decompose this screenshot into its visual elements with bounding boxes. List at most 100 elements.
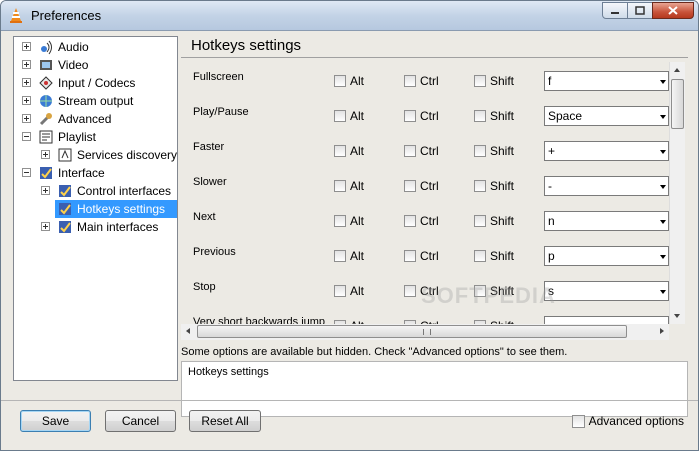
tree-item-stream-output[interactable]: Stream output [14,92,177,110]
checkbox-box[interactable] [404,215,416,227]
checkbox-box[interactable] [404,110,416,122]
key-select[interactable]: Space [544,106,669,126]
scroll-up-icon[interactable] [674,68,680,72]
tree-item-services-discovery[interactable]: Services discovery [14,146,177,164]
expand-icon[interactable] [41,186,50,195]
key-select[interactable]: f [544,71,669,91]
checkbox-box[interactable] [474,110,486,122]
modifier-ctrl-checkbox[interactable]: Ctrl [404,214,439,228]
chevron-down-icon[interactable] [660,220,666,224]
modifier-alt-checkbox[interactable]: Alt [334,74,364,88]
vertical-scrollbar[interactable] [669,62,685,324]
cancel-button[interactable]: Cancel [105,410,176,432]
modifier-ctrl-checkbox[interactable]: Ctrl [404,179,439,193]
modifier-alt-checkbox[interactable]: Alt [334,109,364,123]
checkbox-box[interactable] [474,215,486,227]
modifier-ctrl-checkbox[interactable]: Ctrl [404,144,439,158]
modifier-alt-checkbox[interactable]: Alt [334,214,364,228]
checkbox-box[interactable] [334,215,346,227]
chevron-down-icon[interactable] [660,255,666,259]
key-select-value: - [548,179,552,193]
advanced-options-box[interactable] [571,414,585,428]
preferences-tree[interactable]: Audio Video Input / Codecs Stream output Adv… [13,36,178,381]
expand-icon[interactable] [41,222,50,231]
tree-item-playlist[interactable]: Playlist [14,128,177,146]
checkbox-box[interactable] [404,180,416,192]
checkbox-box[interactable] [474,75,486,87]
modifier-alt-checkbox[interactable]: Alt [334,249,364,263]
chevron-down-icon[interactable] [660,80,666,84]
checkbox-label: Shift [490,109,515,123]
collapse-icon[interactable] [22,168,31,177]
scroll-left-icon[interactable] [186,328,190,334]
modifier-ctrl-checkbox[interactable]: Ctrl [404,109,439,123]
vertical-scroll-thumb[interactable] [671,79,684,129]
modifier-shift-checkbox[interactable]: Shift [474,144,514,158]
key-select[interactable]: n [544,211,669,231]
key-select[interactable]: s [544,281,669,301]
chevron-down-icon[interactable] [660,150,666,154]
modifier-shift-checkbox[interactable]: Shift [474,109,514,123]
codecs-icon [39,76,53,90]
advanced-options-checkbox[interactable]: Advanced options [571,414,684,428]
checkbox-box[interactable] [334,75,346,87]
tree-item-advanced[interactable]: Advanced [14,110,177,128]
modifier-shift-checkbox[interactable]: Shift [474,249,514,263]
modifier-shift-checkbox[interactable]: Shift [474,74,514,88]
horizontal-scroll-thumb[interactable] [197,325,627,338]
expand-icon[interactable] [22,96,31,105]
hotkey-label: Stop [193,281,216,293]
modifier-ctrl-checkbox[interactable]: Ctrl [404,249,439,263]
tree-item-audio[interactable]: Audio [14,38,177,56]
modifier-alt-checkbox[interactable]: Alt [334,144,364,158]
scroll-down-icon[interactable] [674,314,680,318]
tree-item-control-interfaces[interactable]: Control interfaces [14,182,177,200]
expand-icon[interactable] [22,42,31,51]
expand-icon[interactable] [22,114,31,123]
tree-item-main-interfaces[interactable]: Main interfaces [14,218,177,236]
modifier-alt-checkbox[interactable]: Alt [334,284,364,298]
chevron-down-icon[interactable] [660,115,666,119]
title-bar[interactable]: Preferences [1,1,698,31]
expand-icon[interactable] [41,150,50,159]
modifier-shift-checkbox[interactable]: Shift [474,179,514,193]
checkbox-box[interactable] [474,250,486,262]
save-button[interactable]: Save [20,410,91,432]
collapse-icon[interactable] [22,132,31,141]
hotkey-row: Faster Alt Ctrl Shift + [181,132,669,167]
checkbox-box[interactable] [404,145,416,157]
key-select-value: n [548,214,555,228]
checkbox-box[interactable] [334,110,346,122]
modifier-ctrl-checkbox[interactable]: Ctrl [404,74,439,88]
key-select-value: f [548,74,552,88]
checkbox-box[interactable] [334,180,346,192]
chevron-down-icon[interactable] [660,185,666,189]
tree-item-video[interactable]: Video [14,56,177,74]
horizontal-scrollbar[interactable] [181,324,669,340]
tree-item-interface[interactable]: Interface [14,164,177,182]
checkbox-box[interactable] [474,180,486,192]
close-button[interactable] [652,2,694,19]
checkbox-box[interactable] [334,285,346,297]
tree-item-input-codecs[interactable]: Input / Codecs [14,74,177,92]
key-select[interactable]: p [544,246,669,266]
key-select[interactable]: - [544,176,669,196]
tree-item-hotkeys-settings[interactable]: Hotkeys settings [55,200,177,218]
reset-all-button[interactable]: Reset All [189,410,261,432]
minimize-button[interactable] [602,2,628,19]
checkbox-box[interactable] [404,75,416,87]
checkbox-box[interactable] [404,250,416,262]
expand-icon[interactable] [22,78,31,87]
chevron-down-icon[interactable] [660,290,666,294]
scroll-right-icon[interactable] [660,328,664,334]
modifier-shift-checkbox[interactable]: Shift [474,214,514,228]
checkbox-box[interactable] [474,145,486,157]
checkbox-box[interactable] [334,145,346,157]
key-select[interactable]: + [544,141,669,161]
checkbox-box[interactable] [334,250,346,262]
expand-icon[interactable] [22,60,31,69]
modifier-alt-checkbox[interactable]: Alt [334,179,364,193]
checkbox-box[interactable] [404,285,416,297]
maximize-button[interactable] [627,2,653,19]
key-select[interactable] [544,316,669,324]
